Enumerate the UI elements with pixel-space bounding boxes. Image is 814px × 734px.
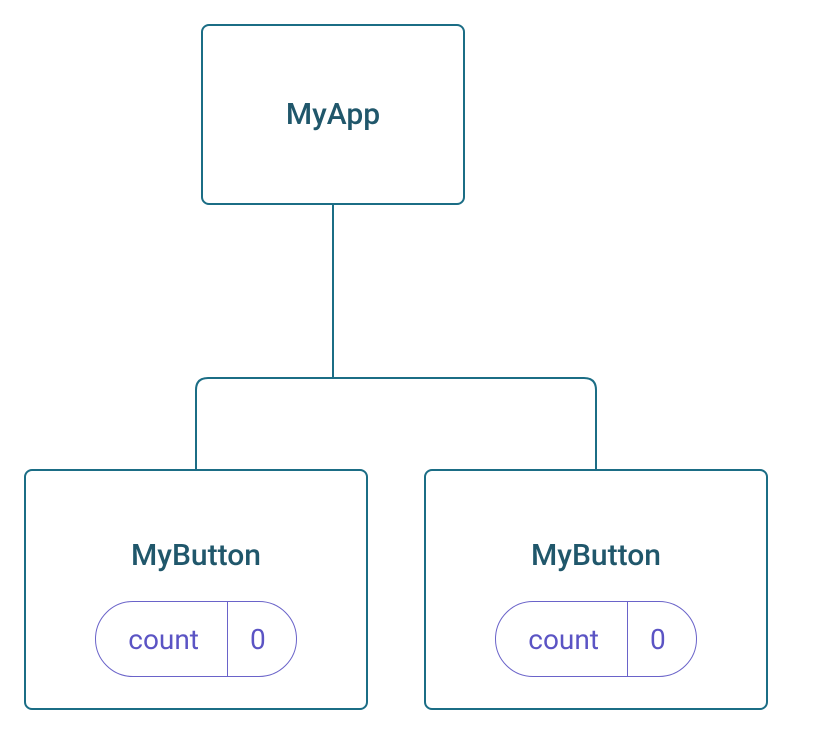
state-pill: count 0: [495, 601, 696, 677]
child-node-title: MyButton: [131, 538, 261, 573]
state-value: 0: [628, 602, 696, 676]
child-node-left: MyButton count 0: [24, 469, 368, 710]
root-node-title: MyApp: [286, 97, 380, 132]
state-value: 0: [228, 602, 296, 676]
state-label: count: [96, 602, 228, 676]
state-label: count: [496, 602, 628, 676]
root-node: MyApp: [201, 24, 465, 205]
child-node-title: MyButton: [531, 538, 661, 573]
state-pill: count 0: [95, 601, 296, 677]
child-node-right: MyButton count 0: [424, 469, 768, 710]
